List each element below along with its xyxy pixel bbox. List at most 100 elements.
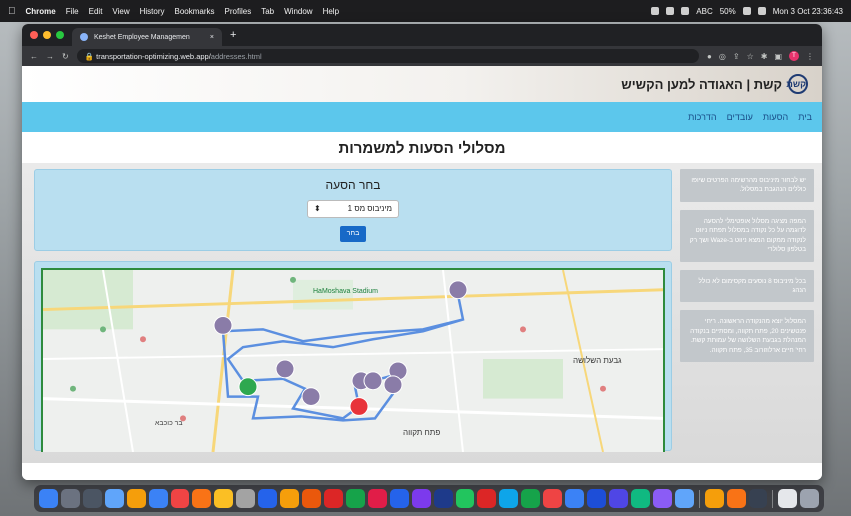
finder-icon[interactable] xyxy=(39,489,58,508)
app-icon[interactable] xyxy=(608,489,628,508)
keyboard-input[interactable]: ABC xyxy=(696,7,712,16)
nav-training[interactable]: הדרכות xyxy=(688,112,717,122)
park-area xyxy=(43,270,133,330)
app-icon[interactable] xyxy=(82,489,102,508)
bus-marker-icon[interactable] xyxy=(301,387,321,407)
menu-history[interactable]: History xyxy=(140,7,165,16)
app-icon[interactable] xyxy=(630,489,650,508)
extensions-icon[interactable]: ✱ xyxy=(761,52,768,61)
status-icon[interactable] xyxy=(666,7,675,15)
zoom-icon[interactable]: ◎ xyxy=(719,52,726,61)
wifi-icon[interactable] xyxy=(742,7,751,15)
map-canvas xyxy=(43,270,663,452)
back-icon[interactable]: ← xyxy=(30,52,38,61)
nav-home[interactable]: בית xyxy=(798,112,812,122)
menu-edit[interactable]: Edit xyxy=(89,7,103,16)
app-icon[interactable] xyxy=(258,489,278,508)
menu-file[interactable]: File xyxy=(66,7,79,16)
bookmark-star-icon[interactable]: ☆ xyxy=(747,52,754,61)
select-panel: בחר הסעה מיניבוס מס 1 ⬍ בחר xyxy=(34,169,672,251)
browser-toolbar: ← → ↻ 🔒 transportation-optimizing.web.ap… xyxy=(22,46,822,66)
app-icon[interactable] xyxy=(389,489,409,508)
chrome-icon[interactable] xyxy=(280,489,300,508)
app-icon[interactable] xyxy=(565,489,585,508)
minibus-select[interactable]: מיניבוס מס 1 ⬍ xyxy=(307,199,399,218)
route-path xyxy=(221,294,465,422)
app-icon[interactable] xyxy=(192,489,212,508)
main-nav: בית הסעות עובדים הדרכות xyxy=(22,102,822,132)
bus-marker-icon[interactable] xyxy=(383,375,403,395)
bus-marker-icon[interactable] xyxy=(275,359,295,379)
profile-avatar[interactable]: T xyxy=(789,51,799,61)
end-marker-icon[interactable] xyxy=(349,397,369,416)
notes-icon[interactable] xyxy=(214,489,234,508)
app-icon[interactable] xyxy=(704,489,724,508)
bus-marker-icon[interactable] xyxy=(448,280,468,300)
app-icon[interactable] xyxy=(543,489,563,508)
poi-icon xyxy=(100,326,106,333)
apple-icon[interactable]:  xyxy=(8,6,16,17)
app-icon[interactable] xyxy=(411,489,431,508)
menu-app-name[interactable]: Chrome xyxy=(26,7,56,16)
app-icon[interactable] xyxy=(345,489,365,508)
nav-transport[interactable]: הסעות xyxy=(763,112,788,122)
app-icon[interactable] xyxy=(587,489,606,508)
app-icon[interactable] xyxy=(477,489,497,508)
location-icon[interactable]: ● xyxy=(707,52,712,61)
nav-employees[interactable]: עובדים xyxy=(727,112,753,122)
battery-percent[interactable]: 50% xyxy=(720,7,736,16)
clock[interactable]: Mon 3 Oct 23:36:43 xyxy=(773,7,843,16)
choose-button[interactable]: בחר xyxy=(340,225,366,242)
app-icon[interactable] xyxy=(726,489,746,508)
route-map[interactable]: HaMoshava Stadium גבעת השלושה פתח תקווה … xyxy=(41,268,665,452)
new-tab-icon[interactable]: + xyxy=(230,29,236,41)
app-icon[interactable] xyxy=(499,489,519,508)
calendar-icon[interactable] xyxy=(170,489,190,508)
menu-bookmarks[interactable]: Bookmarks xyxy=(175,7,215,16)
tip-card: המסלול יוצא מהנקודה הראשונה. ריחי פנטשינ… xyxy=(680,310,814,363)
app-icon[interactable] xyxy=(433,489,453,508)
bus-marker-icon[interactable] xyxy=(213,315,233,335)
reload-icon[interactable]: ↻ xyxy=(62,52,69,61)
safari-icon[interactable] xyxy=(148,489,168,508)
app-icon[interactable] xyxy=(323,489,343,508)
sidepanel-icon[interactable]: ▣ xyxy=(774,52,782,61)
close-tab-icon[interactable]: × xyxy=(210,34,214,41)
app-icon[interactable] xyxy=(748,489,768,508)
status-icon[interactable] xyxy=(651,7,660,15)
app-icon[interactable] xyxy=(521,489,541,508)
close-window-button[interactable] xyxy=(30,31,38,39)
menu-view[interactable]: View xyxy=(112,7,129,16)
documents-icon[interactable] xyxy=(778,489,798,508)
menu-profiles[interactable]: Profiles xyxy=(225,7,252,16)
firefox-icon[interactable] xyxy=(302,489,321,508)
app-icon[interactable] xyxy=(652,489,672,508)
trash-icon[interactable] xyxy=(800,489,820,508)
start-marker-icon[interactable] xyxy=(238,377,258,397)
menu-window[interactable]: Window xyxy=(284,7,312,16)
minimize-window-button[interactable] xyxy=(43,31,51,39)
app-icon[interactable] xyxy=(367,489,387,508)
app-icon[interactable] xyxy=(236,489,256,508)
app-icon[interactable] xyxy=(674,489,694,508)
launchpad-icon[interactable] xyxy=(60,489,80,508)
forward-icon[interactable]: → xyxy=(46,52,54,61)
bus-marker-icon[interactable] xyxy=(363,371,383,391)
menu-help[interactable]: Help xyxy=(323,7,339,16)
address-bar[interactable]: 🔒 transportation-optimizing.web.app/addr… xyxy=(76,49,700,63)
status-icon[interactable] xyxy=(681,7,690,15)
search-icon[interactable] xyxy=(757,7,766,15)
keshet-logo[interactable]: קשת xyxy=(786,74,808,94)
app-icon[interactable] xyxy=(126,489,146,508)
zoom-window-button[interactable] xyxy=(56,31,64,39)
menu-tab[interactable]: Tab xyxy=(261,7,274,16)
site-brand[interactable]: קשת | האגודה למען הקשיש xyxy=(621,77,782,92)
share-icon[interactable]: ⇪ xyxy=(733,52,740,61)
whatsapp-icon[interactable] xyxy=(455,489,475,508)
browser-window: Keshet Employee Managemen × + ← → ↻ 🔒 tr… xyxy=(22,24,822,480)
active-tab[interactable]: Keshet Employee Managemen × xyxy=(72,28,222,46)
chevron-down-icon: ⬍ xyxy=(314,204,321,213)
menu-dots-icon[interactable]: ⋮ xyxy=(806,52,814,61)
app-icon[interactable] xyxy=(104,489,124,508)
dock xyxy=(34,485,824,512)
